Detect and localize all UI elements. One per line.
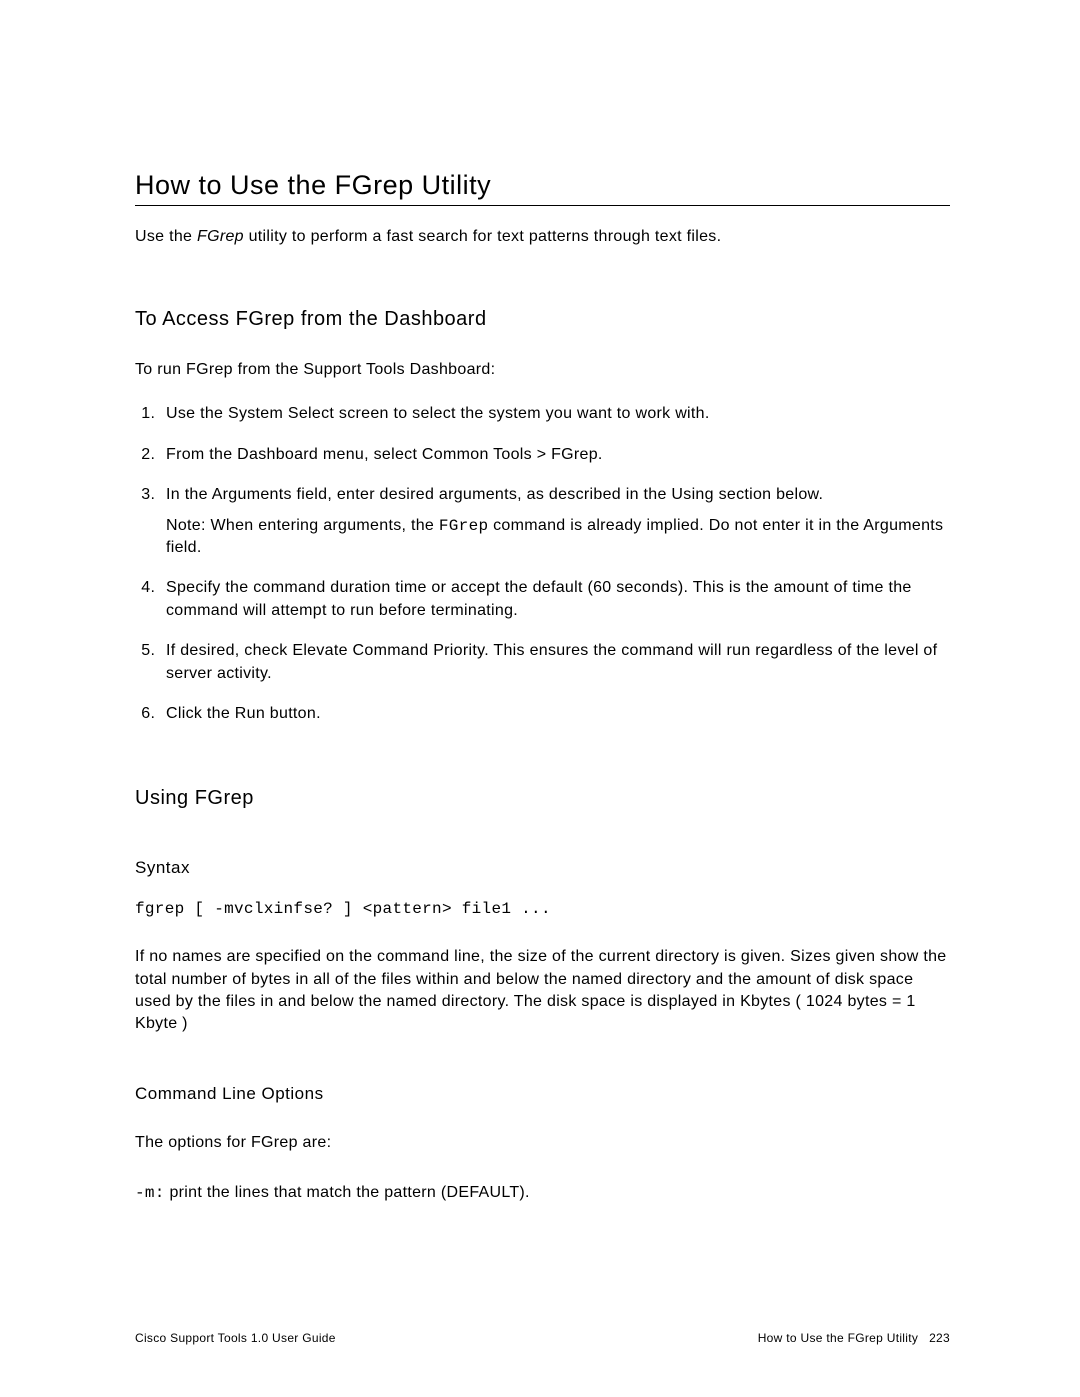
option-flag: -m: <box>135 1184 165 1202</box>
footer-page-number: 223 <box>929 1331 950 1345</box>
options-heading: Command Line Options <box>135 1084 950 1104</box>
footer-right: How to Use the FGrep Utility 223 <box>758 1331 950 1345</box>
intro-paragraph: Use the FGrep utility to perform a fast … <box>135 228 950 246</box>
footer-left: Cisco Support Tools 1.0 User Guide <box>135 1331 336 1345</box>
options-lead: The options for FGrep are: <box>135 1132 950 1154</box>
option-desc: print the lines that match the pattern (… <box>165 1184 530 1201</box>
step-item: If desired, check Elevate Command Priori… <box>160 640 950 685</box>
step-text: In the Arguments field, enter desired ar… <box>166 486 823 503</box>
intro-emphasis: FGrep <box>197 228 244 245</box>
note-prefix: Note: When entering arguments, the <box>166 517 439 534</box>
step-item: Specify the command duration time or acc… <box>160 577 950 622</box>
step-note: Note: When entering arguments, the FGrep… <box>166 515 950 560</box>
syntax-description: If no names are specified on the command… <box>135 946 950 1036</box>
syntax-heading: Syntax <box>135 858 950 878</box>
syntax-code: fgrep [ -mvclxinfse? ] <pattern> file1 .… <box>135 900 950 918</box>
page-title: How to Use the FGrep Utility <box>135 170 950 206</box>
page-footer: Cisco Support Tools 1.0 User Guide How t… <box>135 1331 950 1345</box>
section1-lead: To run FGrep from the Support Tools Dash… <box>135 359 950 381</box>
note-mono: FGrep <box>439 517 489 535</box>
option-m: -m: print the lines that match the patte… <box>135 1182 950 1204</box>
intro-suffix: utility to perform a fast search for tex… <box>244 228 722 245</box>
document-page: How to Use the FGrep Utility Use the FGr… <box>0 0 1080 1397</box>
section-heading-using: Using FGrep <box>135 787 950 810</box>
step-item: In the Arguments field, enter desired ar… <box>160 484 950 559</box>
step-item: Use the System Select screen to select t… <box>160 403 950 425</box>
intro-prefix: Use the <box>135 228 197 245</box>
footer-right-text: How to Use the FGrep Utility <box>758 1331 918 1345</box>
step-item: Click the Run button. <box>160 703 950 725</box>
step-item: From the Dashboard menu, select Common T… <box>160 444 950 466</box>
steps-list: Use the System Select screen to select t… <box>135 403 950 725</box>
section-heading-access: To Access FGrep from the Dashboard <box>135 308 950 331</box>
